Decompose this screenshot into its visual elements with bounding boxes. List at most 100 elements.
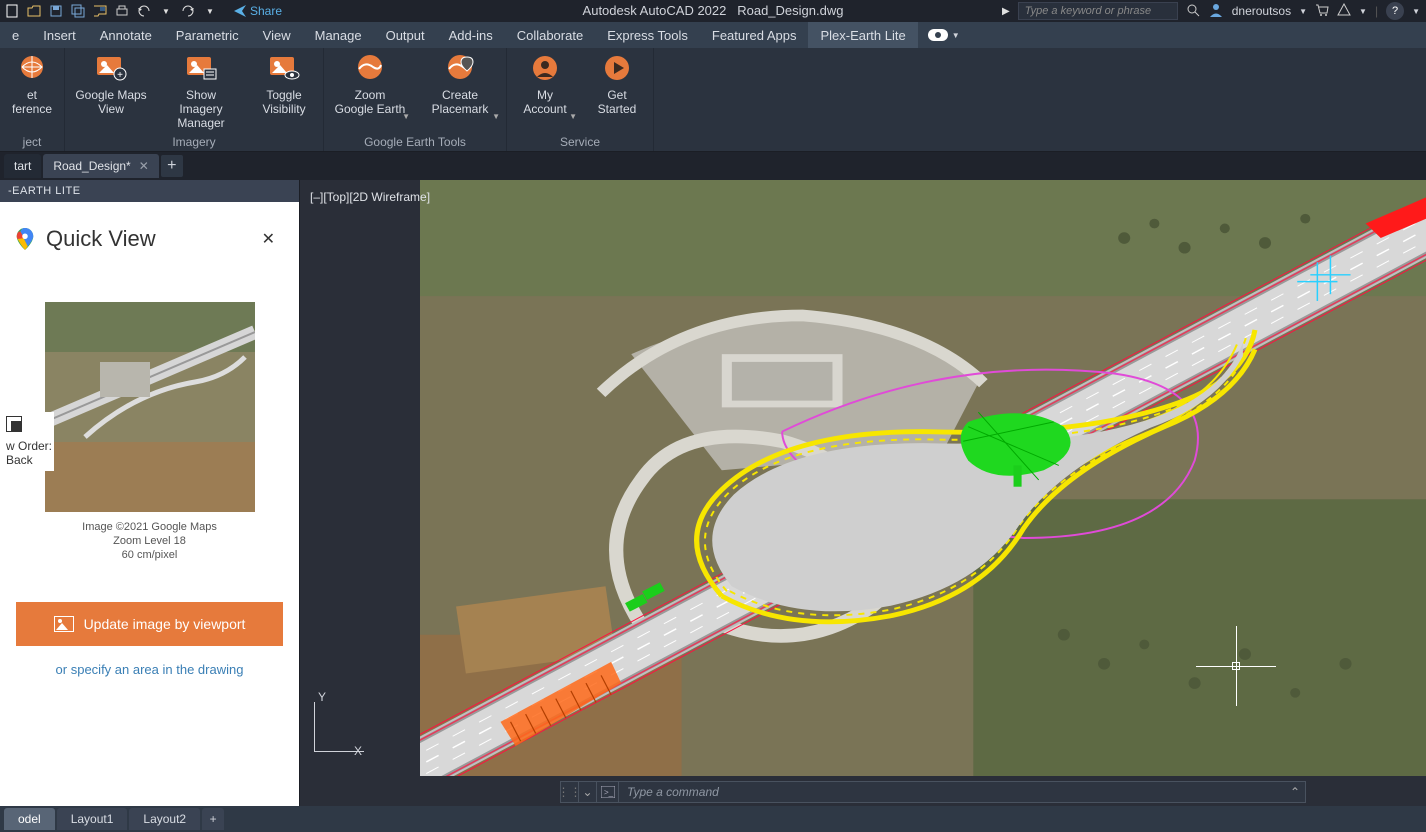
ribbon-btn-reference[interactable]: et ference: [8, 54, 56, 116]
cart-icon[interactable]: [1315, 3, 1329, 20]
svg-text:>_: >_: [604, 788, 614, 797]
command-input[interactable]: Type a command: [619, 785, 1285, 799]
menu-parametric[interactable]: Parametric: [164, 22, 251, 48]
command-expand-icon[interactable]: ⌃: [1285, 785, 1305, 799]
ribbon-panel-ge-tools: Zoom Google Earth ▼ Create Placemark ▼ G…: [324, 48, 507, 151]
tab-start[interactable]: tart: [4, 154, 41, 178]
menu-view[interactable]: View: [251, 22, 303, 48]
search-icon[interactable]: [1186, 3, 1200, 20]
menu-manage[interactable]: Manage: [303, 22, 374, 48]
ribbon-btn-create-placemark[interactable]: Create Placemark ▼: [422, 54, 498, 116]
menu-visibility-toggle[interactable]: ▼: [918, 22, 970, 48]
undo-dropdown-icon[interactable]: ▼: [158, 3, 174, 19]
new-icon[interactable]: [4, 3, 20, 19]
image-manager-icon: [184, 54, 218, 82]
viewport-label[interactable]: [–][Top][2D Wireframe]: [310, 190, 430, 204]
menu-featured-apps[interactable]: Featured Apps: [700, 22, 809, 48]
tab-model[interactable]: odel: [4, 808, 55, 830]
quick-view-title: Quick View: [46, 226, 156, 252]
tab-close-icon[interactable]: ✕: [139, 159, 149, 173]
ribbon-btn-google-maps-view[interactable]: + Google Maps View: [73, 54, 149, 116]
search-input[interactable]: Type a keyword or phrase: [1018, 2, 1178, 20]
draw-order-icon: [6, 416, 22, 432]
menu-collaborate[interactable]: Collaborate: [505, 22, 596, 48]
save-icon[interactable]: [48, 3, 64, 19]
ribbon: et ference ject + Google Maps View Show …: [0, 48, 1426, 152]
command-history-icon[interactable]: ⌄: [579, 782, 597, 802]
web-open-icon[interactable]: [92, 3, 108, 19]
cursor-crosshair: [1196, 626, 1276, 706]
open-icon[interactable]: [26, 3, 42, 19]
redo-dropdown-icon[interactable]: ▼: [202, 3, 218, 19]
command-prompt-icon: >_: [597, 782, 619, 802]
google-maps-icon: [14, 228, 36, 250]
undo-icon[interactable]: [136, 3, 152, 19]
google-earth-swirl-icon: [355, 53, 385, 83]
menu-home[interactable]: e: [0, 22, 31, 48]
panel-header: -EARTH LITE: [0, 180, 299, 202]
menu-annotate[interactable]: Annotate: [88, 22, 164, 48]
ucs-x-label: X: [354, 744, 362, 758]
dropdown-caret-icon: ▼: [569, 110, 577, 124]
command-line[interactable]: ⋮⋮ ⌄ >_ Type a command ⌃: [560, 781, 1306, 803]
image-eye-icon: [267, 54, 301, 82]
menu-plex-earth-lite[interactable]: Plex-Earth Lite: [808, 22, 917, 48]
tab-label: Road_Design*: [53, 159, 130, 173]
content-area: -EARTH LITE Quick View ✕: [0, 180, 1426, 806]
layout-add-button[interactable]: +: [202, 808, 224, 830]
quick-view-thumbnail: [45, 302, 255, 512]
ribbon-btn-toggle-visibility[interactable]: Toggle Visibility: [253, 54, 315, 116]
panel-title-project: ject: [8, 131, 56, 151]
dropdown-caret-icon: ▼: [492, 110, 500, 124]
user-dropdown-icon[interactable]: ▼: [1299, 7, 1307, 16]
ribbon-panel-imagery: + Google Maps View Show Imagery Manager …: [65, 48, 324, 151]
saveas-icon[interactable]: [70, 3, 86, 19]
menu-addins[interactable]: Add-ins: [437, 22, 505, 48]
svg-text:+: +: [117, 70, 123, 81]
ribbon-panel-service: My Account ▼ Get Started Service: [507, 48, 654, 151]
command-grip-icon[interactable]: ⋮⋮: [561, 782, 579, 802]
ribbon-btn-show-imagery-manager[interactable]: Show Imagery Manager: [163, 54, 239, 130]
user-circle-icon: [530, 54, 560, 82]
image-add-icon: +: [94, 54, 128, 82]
eye-icon: [928, 29, 948, 41]
tab-layout1[interactable]: Layout1: [57, 808, 128, 830]
redo-icon[interactable]: [180, 3, 196, 19]
menu-insert[interactable]: Insert: [31, 22, 88, 48]
help-dropdown-icon[interactable]: ▼: [1412, 7, 1420, 16]
user-name[interactable]: dneroutsos: [1232, 4, 1291, 18]
menu-express-tools[interactable]: Express Tools: [595, 22, 700, 48]
menu-output[interactable]: Output: [374, 22, 437, 48]
specify-area-link[interactable]: or specify an area in the drawing: [0, 662, 299, 677]
plot-icon[interactable]: [114, 3, 130, 19]
share-label: Share: [250, 4, 282, 18]
draw-order-control[interactable]: w Order: Back: [4, 412, 54, 471]
ribbon-btn-zoom-ge[interactable]: Zoom Google Earth ▼: [332, 54, 408, 116]
menubar: e Insert Annotate Parametric View Manage…: [0, 22, 1426, 48]
drawing-viewport[interactable]: [–][Top][2D Wireframe]: [300, 180, 1426, 806]
update-image-button[interactable]: Update image by viewport: [16, 602, 283, 646]
panel-title-imagery: Imagery: [73, 131, 315, 151]
google-earth-pin-icon: [445, 53, 475, 83]
ribbon-btn-my-account[interactable]: My Account ▼: [515, 54, 575, 116]
document-tabs: tart Road_Design* ✕ +: [0, 152, 1426, 180]
ucs-y-label: Y: [318, 690, 326, 704]
tab-road-design[interactable]: Road_Design* ✕: [43, 154, 158, 178]
quick-access-toolbar: ▼ ▼ Share Autodesk AutoCAD 2022 Road_Des…: [0, 0, 1426, 22]
info-arrow-icon[interactable]: ▶: [1002, 6, 1010, 17]
share-button[interactable]: Share: [234, 4, 282, 18]
autodesk-dropdown-icon[interactable]: ▼: [1359, 7, 1367, 16]
autodesk-icon[interactable]: [1337, 3, 1351, 20]
help-icon[interactable]: ?: [1386, 2, 1404, 20]
user-icon[interactable]: [1208, 2, 1224, 21]
panel-title-ge-tools: Google Earth Tools: [332, 131, 498, 151]
update-image-label: Update image by viewport: [84, 616, 246, 632]
ribbon-btn-get-started[interactable]: Get Started: [589, 54, 645, 116]
quick-view-caption: Image ©2021 Google Maps Zoom Level 18 60…: [0, 520, 299, 562]
ucs-y-axis: [314, 702, 315, 752]
tab-layout2[interactable]: Layout2: [129, 808, 200, 830]
tab-add-button[interactable]: +: [161, 155, 183, 177]
play-circle-icon: [602, 54, 632, 82]
plex-earth-panel: -EARTH LITE Quick View ✕: [0, 180, 300, 806]
quick-view-close-icon[interactable]: ✕: [262, 229, 275, 249]
